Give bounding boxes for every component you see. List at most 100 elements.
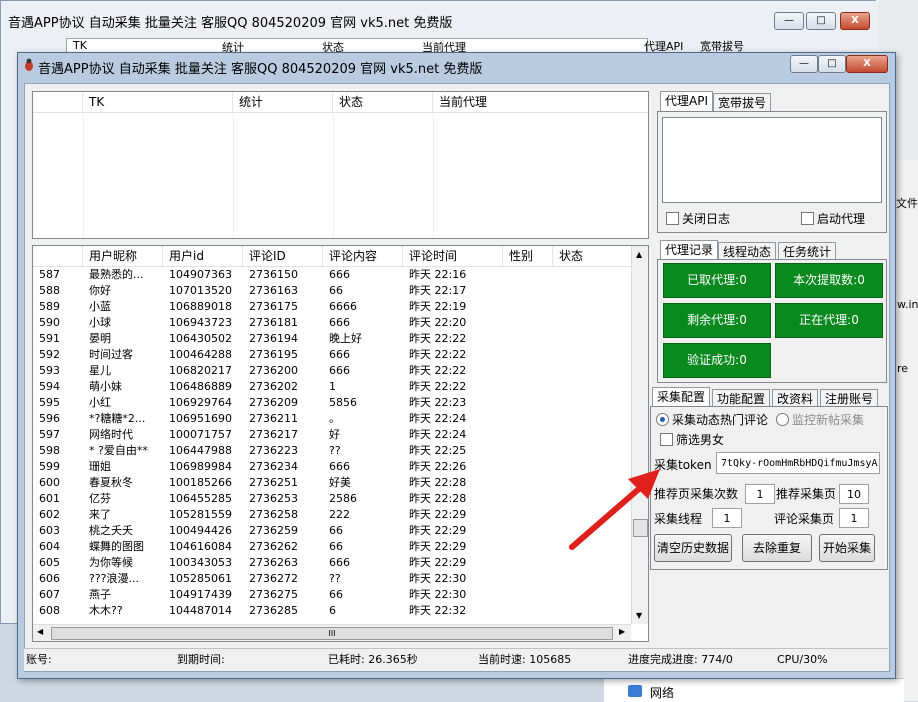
filter-gender-box[interactable] (660, 433, 673, 446)
table-row[interactable]: 606 ???浪漫... 105285061 2736272?? 昨天 22:30 (33, 571, 631, 587)
scroll-down-arrow-icon[interactable]: ▼ (636, 611, 642, 620)
close-log-checkbox-box[interactable] (666, 212, 679, 225)
token-input[interactable]: 7tQky-rOomHmRbHDQifmuJmsyA (716, 452, 880, 474)
tab-function-config[interactable]: 功能配置 (712, 389, 771, 407)
table-row[interactable]: 597 网络时代 100071757 2736217 好 昨天 22:24 (33, 427, 631, 443)
table-cell: 昨天 22:19 (409, 300, 467, 313)
table-cell: 66 (329, 588, 343, 601)
remove-duplicates-button[interactable]: 去除重复 (742, 534, 812, 562)
table-cell: 594 (39, 380, 60, 393)
comments-hscrollbar[interactable]: ◀ III ▶ (33, 624, 631, 641)
radio-monitor-new-posts[interactable]: 监控新帖采集 (776, 411, 864, 428)
tk-grid-line (233, 112, 234, 238)
tk-table[interactable]: TK 统计 状态 当前代理 (32, 91, 649, 239)
threads-input[interactable]: 1 (712, 508, 742, 528)
table-cell: ?? (329, 572, 341, 585)
tab-thread-activity[interactable]: 线程动态 (718, 242, 777, 260)
start-collect-button[interactable]: 开始采集 (819, 534, 875, 562)
verified-success-button[interactable]: 验证成功:0 (663, 343, 771, 378)
close-log-checkbox[interactable]: 关闭日志 (666, 210, 730, 227)
table-row[interactable]: 600 春夏秋冬 100185266 2736251 好美 昨天 22:28 (33, 475, 631, 491)
enable-proxy-checkbox-box[interactable] (801, 212, 814, 225)
rec-page-input[interactable]: 10 (839, 484, 869, 504)
table-cell: 2736262 (249, 540, 298, 553)
comments-table[interactable]: 用户昵称 用户id 评论ID 评论内容 评论时间 性别 状态 587 最熟悉的..… (32, 245, 649, 642)
comment-page-input[interactable]: 1 (839, 508, 869, 528)
table-cell: 591 (39, 332, 60, 345)
tab-register-account[interactable]: 注册账号 (820, 389, 879, 407)
table-row[interactable]: 593 星儿 106820217 2736200 666 昨天 22:22 (33, 363, 631, 379)
comment-page-label: 评论采集页 (774, 512, 835, 526)
table-cell: 昨天 22:20 (409, 316, 467, 329)
table-row[interactable]: 591 晏明 106430502 2736194 晚上好 昨天 22:22 (33, 331, 631, 347)
network-label[interactable]: 网络 (650, 684, 674, 701)
active-proxy-button[interactable]: 正在代理:0 (775, 303, 883, 338)
table-row[interactable]: 592 时间过客 100464288 2736195 666 昨天 22:22 (33, 347, 631, 363)
table-row[interactable]: 587 最熟悉的... 104907363 2736150 666 昨天 22:16 (33, 267, 631, 283)
table-row[interactable]: 599 珊姐 106989984 2736234 666 昨天 22:26 (33, 459, 631, 475)
table-row[interactable]: 604 蝶舞的图图 104616084 2736262 66 昨天 22:29 (33, 539, 631, 555)
table-row[interactable]: 588 你好 107013520 2736163 66 昨天 22:17 (33, 283, 631, 299)
table-row[interactable]: 605 为你等候 100343053 2736263 666 昨天 22:29 (33, 555, 631, 571)
proxy-panel: 关闭日志 启动代理 (657, 111, 887, 233)
remaining-proxy-button[interactable]: 剩余代理:0 (663, 303, 771, 338)
tk-table-header: TK 统计 状态 当前代理 (33, 92, 648, 113)
table-cell: 608 (39, 604, 60, 617)
table-row[interactable]: 602 来了 105281559 2736258 222 昨天 22:29 (33, 507, 631, 523)
extract-count-button[interactable]: 本次提取数:0 (775, 263, 883, 298)
background-window-title: 音遇APP协议 自动采集 批量关注 客服QQ 804520209 官网 vk5.… (8, 16, 453, 31)
tab-collect-config[interactable]: 采集配置 (652, 387, 711, 407)
tab-broadband-dial[interactable]: 宽带拔号 (713, 93, 772, 111)
bg-minimize-button[interactable]: — (774, 12, 804, 30)
tab-task-stats[interactable]: 任务统计 (778, 242, 837, 260)
comments-col-time: 评论时间 (403, 246, 503, 266)
table-row[interactable]: 601 亿芬 106455285 2736253 2586 昨天 22:28 (33, 491, 631, 507)
bg-maximize-button[interactable]: □ (806, 12, 836, 30)
radio-hot-dot[interactable] (656, 413, 669, 426)
fetched-proxy-button[interactable]: 已取代理:0 (663, 263, 771, 298)
table-row[interactable]: 590 小球 106943723 2736181 666 昨天 22:20 (33, 315, 631, 331)
table-cell: 昨天 22:25 (409, 444, 467, 457)
comments-vscrollbar[interactable]: ▲ ▼ (631, 246, 648, 624)
table-cell: 昨天 22:30 (409, 588, 467, 601)
table-cell: 605 (39, 556, 60, 569)
scroll-up-arrow-icon[interactable]: ▲ (636, 250, 642, 259)
table-cell: 601 (39, 492, 60, 505)
table-row[interactable]: 595 小红 106929764 2736209 5856 昨天 22:23 (33, 395, 631, 411)
table-cell: 100464288 (169, 348, 232, 361)
table-cell: 最熟悉的... (89, 268, 144, 281)
table-cell: 106447988 (169, 444, 232, 457)
table-row[interactable]: 589 小蓝 106889018 2736175 6666 昨天 22:19 (33, 299, 631, 315)
enable-proxy-checkbox[interactable]: 启动代理 (801, 210, 865, 227)
radio-monitor-dot[interactable] (776, 413, 789, 426)
table-row[interactable]: 596 *?糖糖*2... 106951690 2736211 。 昨天 22:24 (33, 411, 631, 427)
radio-collect-hot-comments[interactable]: 采集动态热门评论 (656, 411, 768, 428)
table-row[interactable]: 603 桃之夭夭 100494426 2736259 66 昨天 22:29 (33, 523, 631, 539)
table-row[interactable]: 598 * ?爱自由** 106447988 2736223?? 昨天 22:25 (33, 443, 631, 459)
filter-gender-label: 筛选男女 (676, 433, 725, 447)
table-row[interactable]: 607 燕子 104917439 2736275 66 昨天 22:30 (33, 587, 631, 603)
table-cell: 2586 (329, 492, 357, 505)
table-cell: 蝶舞的图图 (89, 540, 144, 553)
scroll-left-arrow-icon[interactable]: ◀ (37, 627, 43, 636)
table-row[interactable]: 594 萌小妹 106486889 2736202 1 昨天 22:22 (33, 379, 631, 395)
tab-proxy-log[interactable]: 代理记录 (660, 240, 719, 260)
table-cell: 106943723 (169, 316, 232, 329)
scroll-right-arrow-icon[interactable]: ▶ (619, 627, 625, 636)
table-cell: 66 (329, 524, 343, 537)
table-cell: 602 (39, 508, 60, 521)
close-button[interactable]: X (846, 55, 888, 73)
filter-gender-checkbox[interactable]: 筛选男女 (660, 431, 724, 448)
tab-edit-profile[interactable]: 改资料 (772, 389, 819, 407)
hscroll-thumb[interactable]: III (51, 627, 613, 640)
minimize-button[interactable]: — (790, 55, 818, 73)
tab-proxy-api[interactable]: 代理API (660, 91, 713, 111)
table-cell: 106889018 (169, 300, 232, 313)
table-row[interactable]: 608 木木?? 104487014 2736285 6 昨天 22:32 (33, 603, 631, 619)
maximize-button[interactable]: □ (818, 55, 846, 73)
table-cell: 昨天 22:22 (409, 348, 467, 361)
rec-times-input[interactable]: 1 (745, 484, 775, 504)
bg-close-button[interactable]: X (840, 12, 870, 30)
proxy-api-textarea[interactable] (662, 117, 882, 203)
table-cell: 好美 (329, 476, 351, 489)
